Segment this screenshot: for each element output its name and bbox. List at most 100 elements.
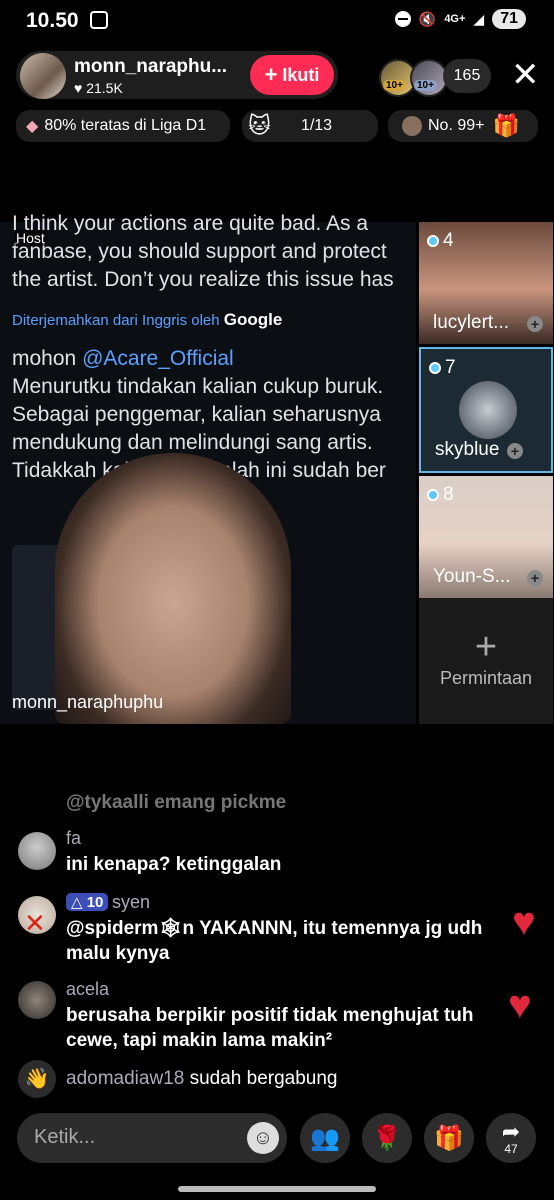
- mic-dot-icon: [427, 489, 439, 501]
- mic-dot-icon: [429, 362, 441, 374]
- share-count: 47: [504, 1142, 518, 1156]
- diamond-icon: ◆: [26, 118, 39, 135]
- screen-record-icon: [90, 11, 108, 29]
- league-text: 80% teratas di Liga D1: [44, 117, 207, 134]
- join-message: sudah bergabung: [189, 1068, 338, 1089]
- add-icon[interactable]: +: [527, 316, 543, 332]
- avatar-icon: [402, 116, 422, 136]
- heart-icon: ♥: [74, 80, 83, 96]
- status-bar: 10.50 🔇 4G+ ◢ 71: [0, 0, 554, 40]
- gift-icon: 🎁: [434, 1124, 464, 1152]
- guest-tile[interactable]: 4 lucylert... +: [419, 222, 553, 344]
- guest-tile[interactable]: 8 Youn-S... +: [419, 476, 553, 598]
- close-icon[interactable]: ✕: [511, 58, 540, 92]
- join-text: adomadiaw18 sudah bergabung: [66, 1068, 338, 1090]
- mic-dot-icon: [427, 235, 439, 247]
- status-time: 10.50: [26, 9, 79, 32]
- gift-button[interactable]: 🎁: [424, 1113, 474, 1163]
- add-icon[interactable]: +: [527, 570, 543, 586]
- emoji-icon[interactable]: ☺: [247, 1122, 279, 1154]
- host-label: Host: [14, 230, 47, 246]
- level-badge-number: 10: [86, 894, 104, 911]
- streamer-face: [55, 453, 291, 724]
- wave-icon: 👋: [18, 1060, 56, 1098]
- add-icon[interactable]: +: [507, 443, 523, 459]
- request-label: Permintaan: [439, 668, 533, 688]
- guest-name: skyblue: [435, 439, 500, 460]
- chat-message[interactable]: fa ini kenapa? ketinggalan: [18, 828, 538, 884]
- rank-progress-chip[interactable]: 🐱 1/13: [242, 110, 378, 142]
- guest-num: 4: [443, 230, 454, 251]
- rank-chip[interactable]: No. 99+ 🎁: [388, 110, 538, 142]
- guest-num: 8: [443, 484, 454, 505]
- heart-icon: ♥: [512, 900, 536, 944]
- chat-text: ini kenapa? ketinggalan: [66, 854, 282, 875]
- people-icon: 👥: [310, 1124, 340, 1152]
- dnd-icon: [394, 11, 411, 27]
- rose-gift-button[interactable]: 🌹: [362, 1113, 412, 1163]
- mute-icon: 🔇: [418, 10, 437, 27]
- signal-icon: ◢: [473, 10, 485, 27]
- tweet-english: I think your actions are quite bad. As a…: [12, 212, 394, 291]
- guest-number: 7: [429, 357, 456, 379]
- translated-by-text: Diterjemahkan dari Inggris oleh: [12, 312, 220, 329]
- plus-icon: +: [264, 62, 278, 87]
- guest-number: 8: [427, 484, 454, 506]
- request-button[interactable]: + Permintaan: [419, 598, 553, 724]
- host-name[interactable]: monn_naraphu...: [74, 56, 227, 78]
- heart-icon: ♥: [508, 983, 532, 1027]
- status-icons: 🔇 4G+ ◢ 71: [394, 9, 526, 29]
- chat-message[interactable]: acela berusaha berpikir positif tidak me…: [18, 977, 538, 1051]
- guest-tile[interactable]: 7 skyblue +: [419, 347, 553, 473]
- league-chip[interactable]: ◆ 80% teratas di Liga D1: [16, 110, 230, 142]
- chat-username[interactable]: syen: [112, 892, 150, 913]
- viewer-badge: 10+: [383, 80, 406, 91]
- streamer-name: monn_naraphuphu: [12, 692, 164, 712]
- reply-prefix: mohon: [12, 347, 77, 370]
- viewer-count[interactable]: 165: [443, 59, 491, 93]
- tweet-reply: mohon @Acare_Official: [12, 345, 412, 373]
- follow-button[interactable]: + Ikuti: [250, 55, 334, 95]
- user-avatar[interactable]: [18, 832, 56, 870]
- trophy-icon: 🎁: [492, 113, 520, 138]
- share-icon: ➦: [501, 1119, 521, 1144]
- network-label: 4G+: [444, 13, 466, 25]
- viewer-badge: 10+: [414, 80, 437, 91]
- chat-message[interactable]: ✕ △ 10 syen @spiderm🕸n YAKANNN, itu teme…: [18, 892, 538, 964]
- host-likes: ♥ 21.5K: [74, 80, 123, 96]
- guest-num: 7: [445, 357, 456, 378]
- host-avatar[interactable]: [20, 53, 66, 99]
- rank-text: No. 99+: [428, 117, 485, 134]
- join-notice: 👋 adomadiaw18 sudah bergabung: [18, 1060, 538, 1100]
- battery-indicator: 71: [492, 9, 526, 29]
- comment-input[interactable]: Ketik... ☺: [17, 1113, 287, 1163]
- guest-name: Youn-S...: [433, 566, 511, 587]
- mention-link: @Acare_Official: [82, 347, 234, 370]
- guest-avatar: [459, 381, 517, 439]
- chat-username[interactable]: fa: [66, 828, 81, 849]
- level-badge: △ 10: [66, 893, 109, 911]
- chat-partial-message: @tykaalli emang pickme: [66, 792, 287, 812]
- x-mark-icon: ✕: [24, 908, 46, 938]
- host-likes-count: 21.5K: [86, 80, 123, 96]
- google-logo: Google: [223, 310, 283, 329]
- follow-label: Ikuti: [282, 64, 320, 85]
- chat-text: @spiderm🕸n YAKANNN, itu temennya jg udh …: [66, 918, 483, 964]
- guest-number: 4: [427, 230, 454, 252]
- user-avatar[interactable]: ✕: [18, 896, 56, 938]
- multi-guest-button[interactable]: 👥: [300, 1113, 350, 1163]
- share-button[interactable]: ➦ 47: [486, 1113, 536, 1163]
- screen-content: I think your actions are quite bad. As a…: [12, 212, 412, 485]
- guest-name: lucylert...: [433, 312, 510, 333]
- rank-progress-text: 1/13: [300, 117, 333, 134]
- join-username[interactable]: adomadiaw18: [66, 1068, 184, 1089]
- rose-icon: 🌹: [372, 1124, 402, 1152]
- chat-text: berusaha berpikir positif tidak menghuja…: [66, 1005, 474, 1051]
- cat-icon: 🐱: [248, 113, 271, 138]
- home-indicator[interactable]: [178, 1186, 376, 1192]
- user-avatar[interactable]: [18, 981, 56, 1019]
- plus-icon: +: [474, 626, 498, 668]
- chat-username[interactable]: acela: [66, 979, 109, 1000]
- translation-note: Diterjemahkan dari Inggris oleh Google: [12, 306, 412, 335]
- comment-placeholder: Ketik...: [34, 1126, 96, 1148]
